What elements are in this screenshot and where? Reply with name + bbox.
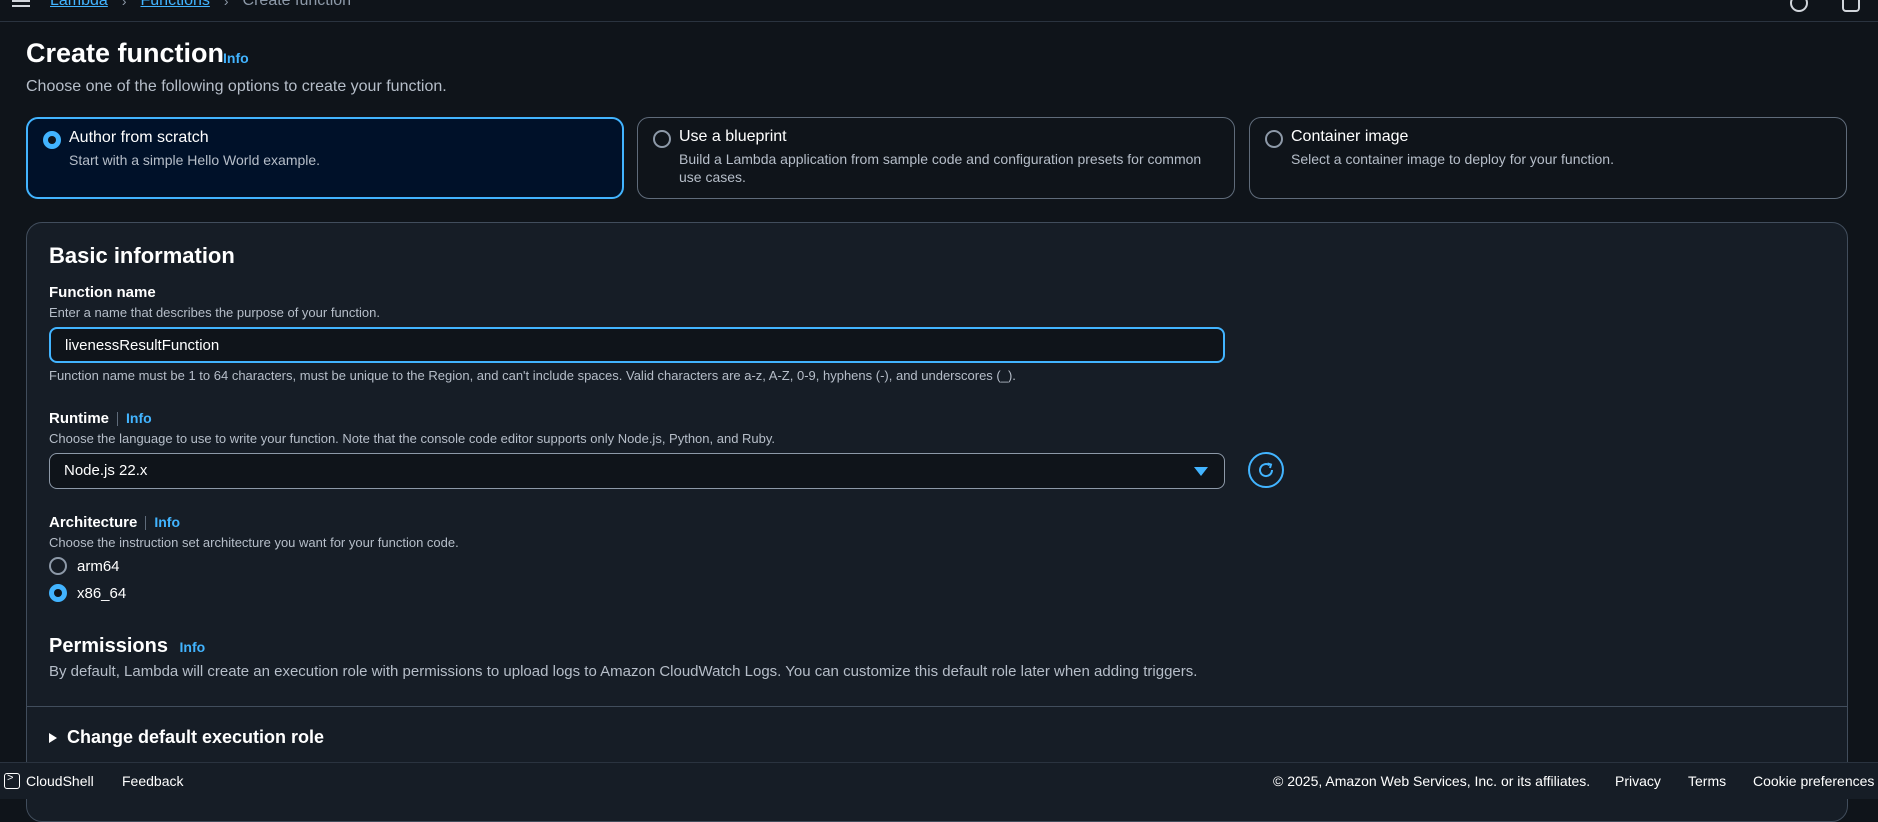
architecture-option-label: arm64 [77,557,120,575]
caret-down-icon [1194,467,1208,476]
info-circle-icon[interactable] [1790,0,1808,12]
cloudshell-button[interactable]: CloudShell [4,772,94,789]
copyright-text: © 2025, Amazon Web Services, Inc. or its… [1273,773,1591,789]
option-title: Container image [1291,128,1409,145]
radio-author-from-scratch[interactable] [43,131,61,149]
breadcrumb-lambda[interactable]: Lambda [50,0,108,10]
architecture-label: Architecture Info [49,514,180,531]
menu-icon[interactable] [12,0,30,8]
divider [27,706,1847,707]
refresh-runtime-button[interactable] [1248,452,1284,488]
architecture-option-arm64[interactable]: arm64 [49,557,120,575]
function-name-input[interactable] [49,327,1225,363]
breadcrumb-functions[interactable]: Functions [141,0,210,10]
terminal-icon [4,772,20,789]
expander-label: Change default execution role [67,727,325,747]
function-name-label: Function name [49,284,156,301]
basic-information-title: Basic information [49,243,235,268]
permissions-info-link[interactable]: Info [180,639,206,655]
option-title: Author from scratch [69,129,209,146]
option-container-image[interactable]: Container image Select a container image… [1249,117,1847,199]
architecture-info-link[interactable]: Info [154,514,180,530]
basic-information-card: Basic information Function name Enter a … [26,222,1848,822]
footer: CloudShell Feedback © 2025, Amazon Web S… [0,762,1878,799]
architecture-option-label: x86_64 [77,584,127,602]
terms-link[interactable]: Terms [1688,773,1726,789]
runtime-label-text: Runtime [49,410,109,427]
top-navigation: Lambda › Functions › Create function [0,0,1878,22]
option-description: Build a Lambda application from sample c… [679,151,1202,185]
breadcrumb-current: Create function [242,0,352,9]
page-description: Choose one of the following options to c… [26,78,447,95]
permissions-title: Permissions Info [49,635,205,658]
option-title: Use a blueprint [679,128,787,145]
cookie-preferences-link[interactable]: Cookie preferences [1753,773,1874,789]
runtime-label: Runtime Info [49,410,152,427]
architecture-description: Choose the instruction set architecture … [49,535,459,550]
runtime-info-link[interactable]: Info [126,410,152,426]
caret-right-icon [49,732,57,743]
radio-x86-64[interactable] [49,584,67,602]
chevron-right-icon: › [121,0,127,9]
permissions-title-text: Permissions [49,635,168,657]
feedback-link[interactable]: Feedback [122,773,183,789]
chevron-right-icon: › [223,0,229,9]
settings-icon[interactable] [1842,0,1860,12]
permissions-description: By default, Lambda will create an execut… [49,663,1198,680]
page-title-info-link[interactable]: Info [223,50,249,66]
breadcrumb: Lambda › Functions › Create function [50,0,351,10]
radio-container-image[interactable] [1265,130,1283,148]
privacy-link[interactable]: Privacy [1615,773,1661,789]
refresh-icon [1259,462,1274,478]
option-description: Select a container image to deploy for y… [1291,151,1614,167]
option-description: Start with a simple Hello World example. [69,152,321,168]
runtime-select[interactable]: Node.js 22.x [49,453,1225,489]
function-name-constraint: Function name must be 1 to 64 characters… [49,368,1016,383]
architecture-option-x86-64[interactable]: x86_64 [49,584,126,602]
radio-use-a-blueprint[interactable] [653,130,671,148]
option-use-a-blueprint[interactable]: Use a blueprint Build a Lambda applicati… [637,117,1235,199]
runtime-description: Choose the language to use to write your… [49,431,776,446]
runtime-selected-value: Node.js 22.x [64,462,148,479]
radio-arm64[interactable] [49,557,67,575]
change-default-execution-role-expander[interactable]: Change default execution role [49,727,324,748]
option-author-from-scratch[interactable]: Author from scratch Start with a simple … [26,117,624,199]
page-title: Create function [26,38,225,68]
function-name-description: Enter a name that describes the purpose … [49,305,380,320]
cloudshell-label: CloudShell [26,773,94,789]
architecture-label-text: Architecture [49,514,138,531]
